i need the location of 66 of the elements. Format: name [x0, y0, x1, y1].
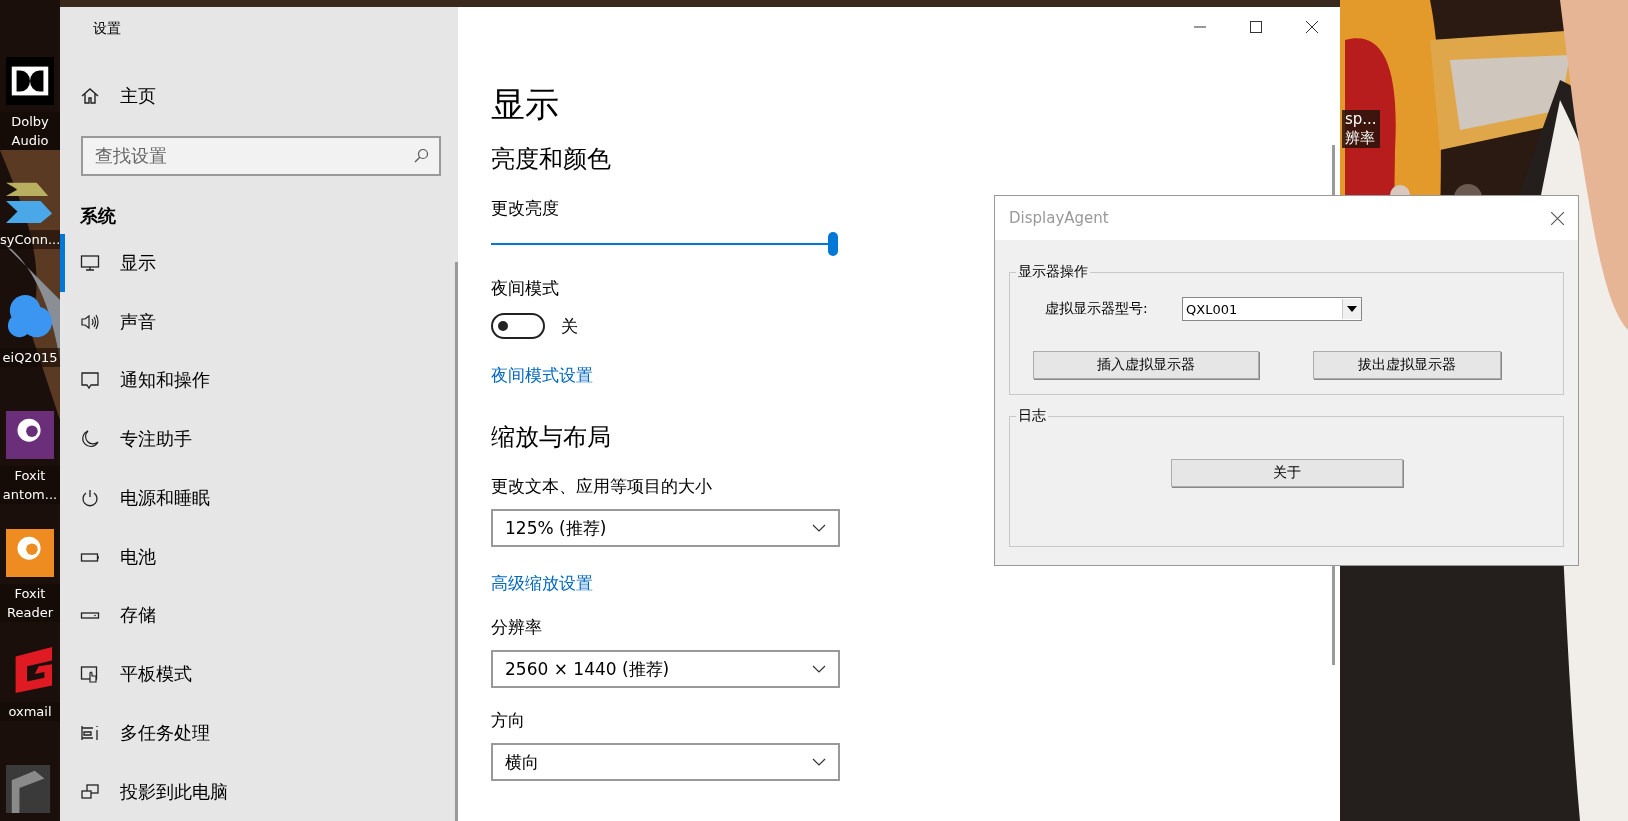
- nav-item[interactable]: 显示: [60, 233, 458, 293]
- window-title: 设置: [92, 19, 122, 38]
- setting-label: 分辨率: [491, 616, 542, 639]
- dropdown[interactable]: 2560 × 1440 (推荐): [491, 650, 840, 688]
- icon-label: syConn...: [0, 230, 60, 249]
- nav-item[interactable]: 声音: [60, 292, 458, 352]
- group-title: 日志: [1018, 407, 1046, 423]
- icon-label: sp...: [1345, 110, 1377, 129]
- setting-label: 夜间模式: [491, 277, 559, 300]
- brightness-slider[interactable]: [491, 232, 838, 256]
- group-title: 显示器操作: [1018, 263, 1088, 279]
- home-icon: [80, 86, 100, 106]
- dialog-button[interactable]: 插入虚拟显示器: [1033, 351, 1259, 379]
- icon-label: Foxit antom...: [0, 466, 60, 504]
- icon-label: 辨率: [1345, 129, 1376, 148]
- chevron-icon: [812, 758, 826, 766]
- toggle-switch[interactable]: [491, 313, 545, 339]
- notify-icon: [80, 370, 100, 391]
- nav-item[interactable]: 存储: [60, 586, 458, 645]
- icon-label: Foxit Reader: [0, 584, 60, 622]
- field-label: 虚拟显示器型号:: [1045, 300, 1149, 318]
- nav-item[interactable]: 通知和操作: [60, 351, 458, 410]
- setting-label: 更改亮度: [491, 197, 559, 220]
- maximize-icon[interactable]: [1250, 21, 1262, 33]
- setting-label: 更改文本、应用等项目的大小: [491, 475, 712, 498]
- toggle-state: 关: [561, 314, 578, 338]
- power-icon: [80, 487, 100, 508]
- nav-item[interactable]: 专注助手: [60, 409, 458, 469]
- close-icon[interactable]: [1551, 211, 1564, 225]
- app-icon[interactable]: [6, 56, 54, 106]
- dropdown[interactable]: 横向: [491, 743, 840, 781]
- slider-thumb[interactable]: [828, 232, 838, 256]
- nav-item[interactable]: 投影到此电脑: [60, 762, 458, 821]
- tablet-icon: [80, 664, 100, 685]
- scrollbar[interactable]: [455, 262, 458, 821]
- settings-link[interactable]: 夜间模式设置: [491, 363, 593, 387]
- about-button[interactable]: 关于: [1170, 459, 1403, 487]
- settings-link[interactable]: 高级缩放设置: [491, 571, 593, 595]
- project-icon: [80, 781, 100, 802]
- chevron-icon: [812, 524, 826, 532]
- nav-item[interactable]: 平板模式: [60, 644, 458, 704]
- icon-label: oxmail: [0, 702, 60, 721]
- dropdown-arrow-icon: [1347, 306, 1357, 312]
- app-icon[interactable]: [6, 410, 54, 460]
- moon-icon: [80, 429, 100, 450]
- close-icon[interactable]: [1306, 21, 1318, 33]
- setting-label: 方向: [491, 709, 525, 732]
- section-heading: 缩放与布局: [491, 422, 611, 453]
- home-link[interactable]: 主页: [60, 76, 458, 116]
- icon-label: Dolby Audio: [0, 112, 60, 150]
- dropdown[interactable]: 125% (推荐): [491, 509, 840, 547]
- icon-label: eiQ2015: [0, 348, 60, 367]
- dialog-button[interactable]: 拔出虚拟显示器: [1313, 351, 1501, 379]
- display-icon: [80, 252, 100, 273]
- app-icon[interactable]: [6, 528, 54, 578]
- search-icon: [413, 147, 429, 164]
- search-field[interactable]: 查找设置: [81, 135, 441, 176]
- section-heading: 亮度和颜色: [491, 144, 611, 175]
- model-dropdown[interactable]: QXL001: [1182, 297, 1362, 321]
- section-heading: 系统: [80, 203, 117, 228]
- nav-item[interactable]: 电源和睡眠: [60, 468, 458, 528]
- chevron-icon: [812, 665, 826, 673]
- page-title: 显示: [491, 83, 559, 126]
- nav-item[interactable]: 多任务处理: [60, 703, 458, 763]
- nav-item[interactable]: 电池: [60, 527, 458, 587]
- window-title: DisplayAgent: [1009, 209, 1109, 227]
